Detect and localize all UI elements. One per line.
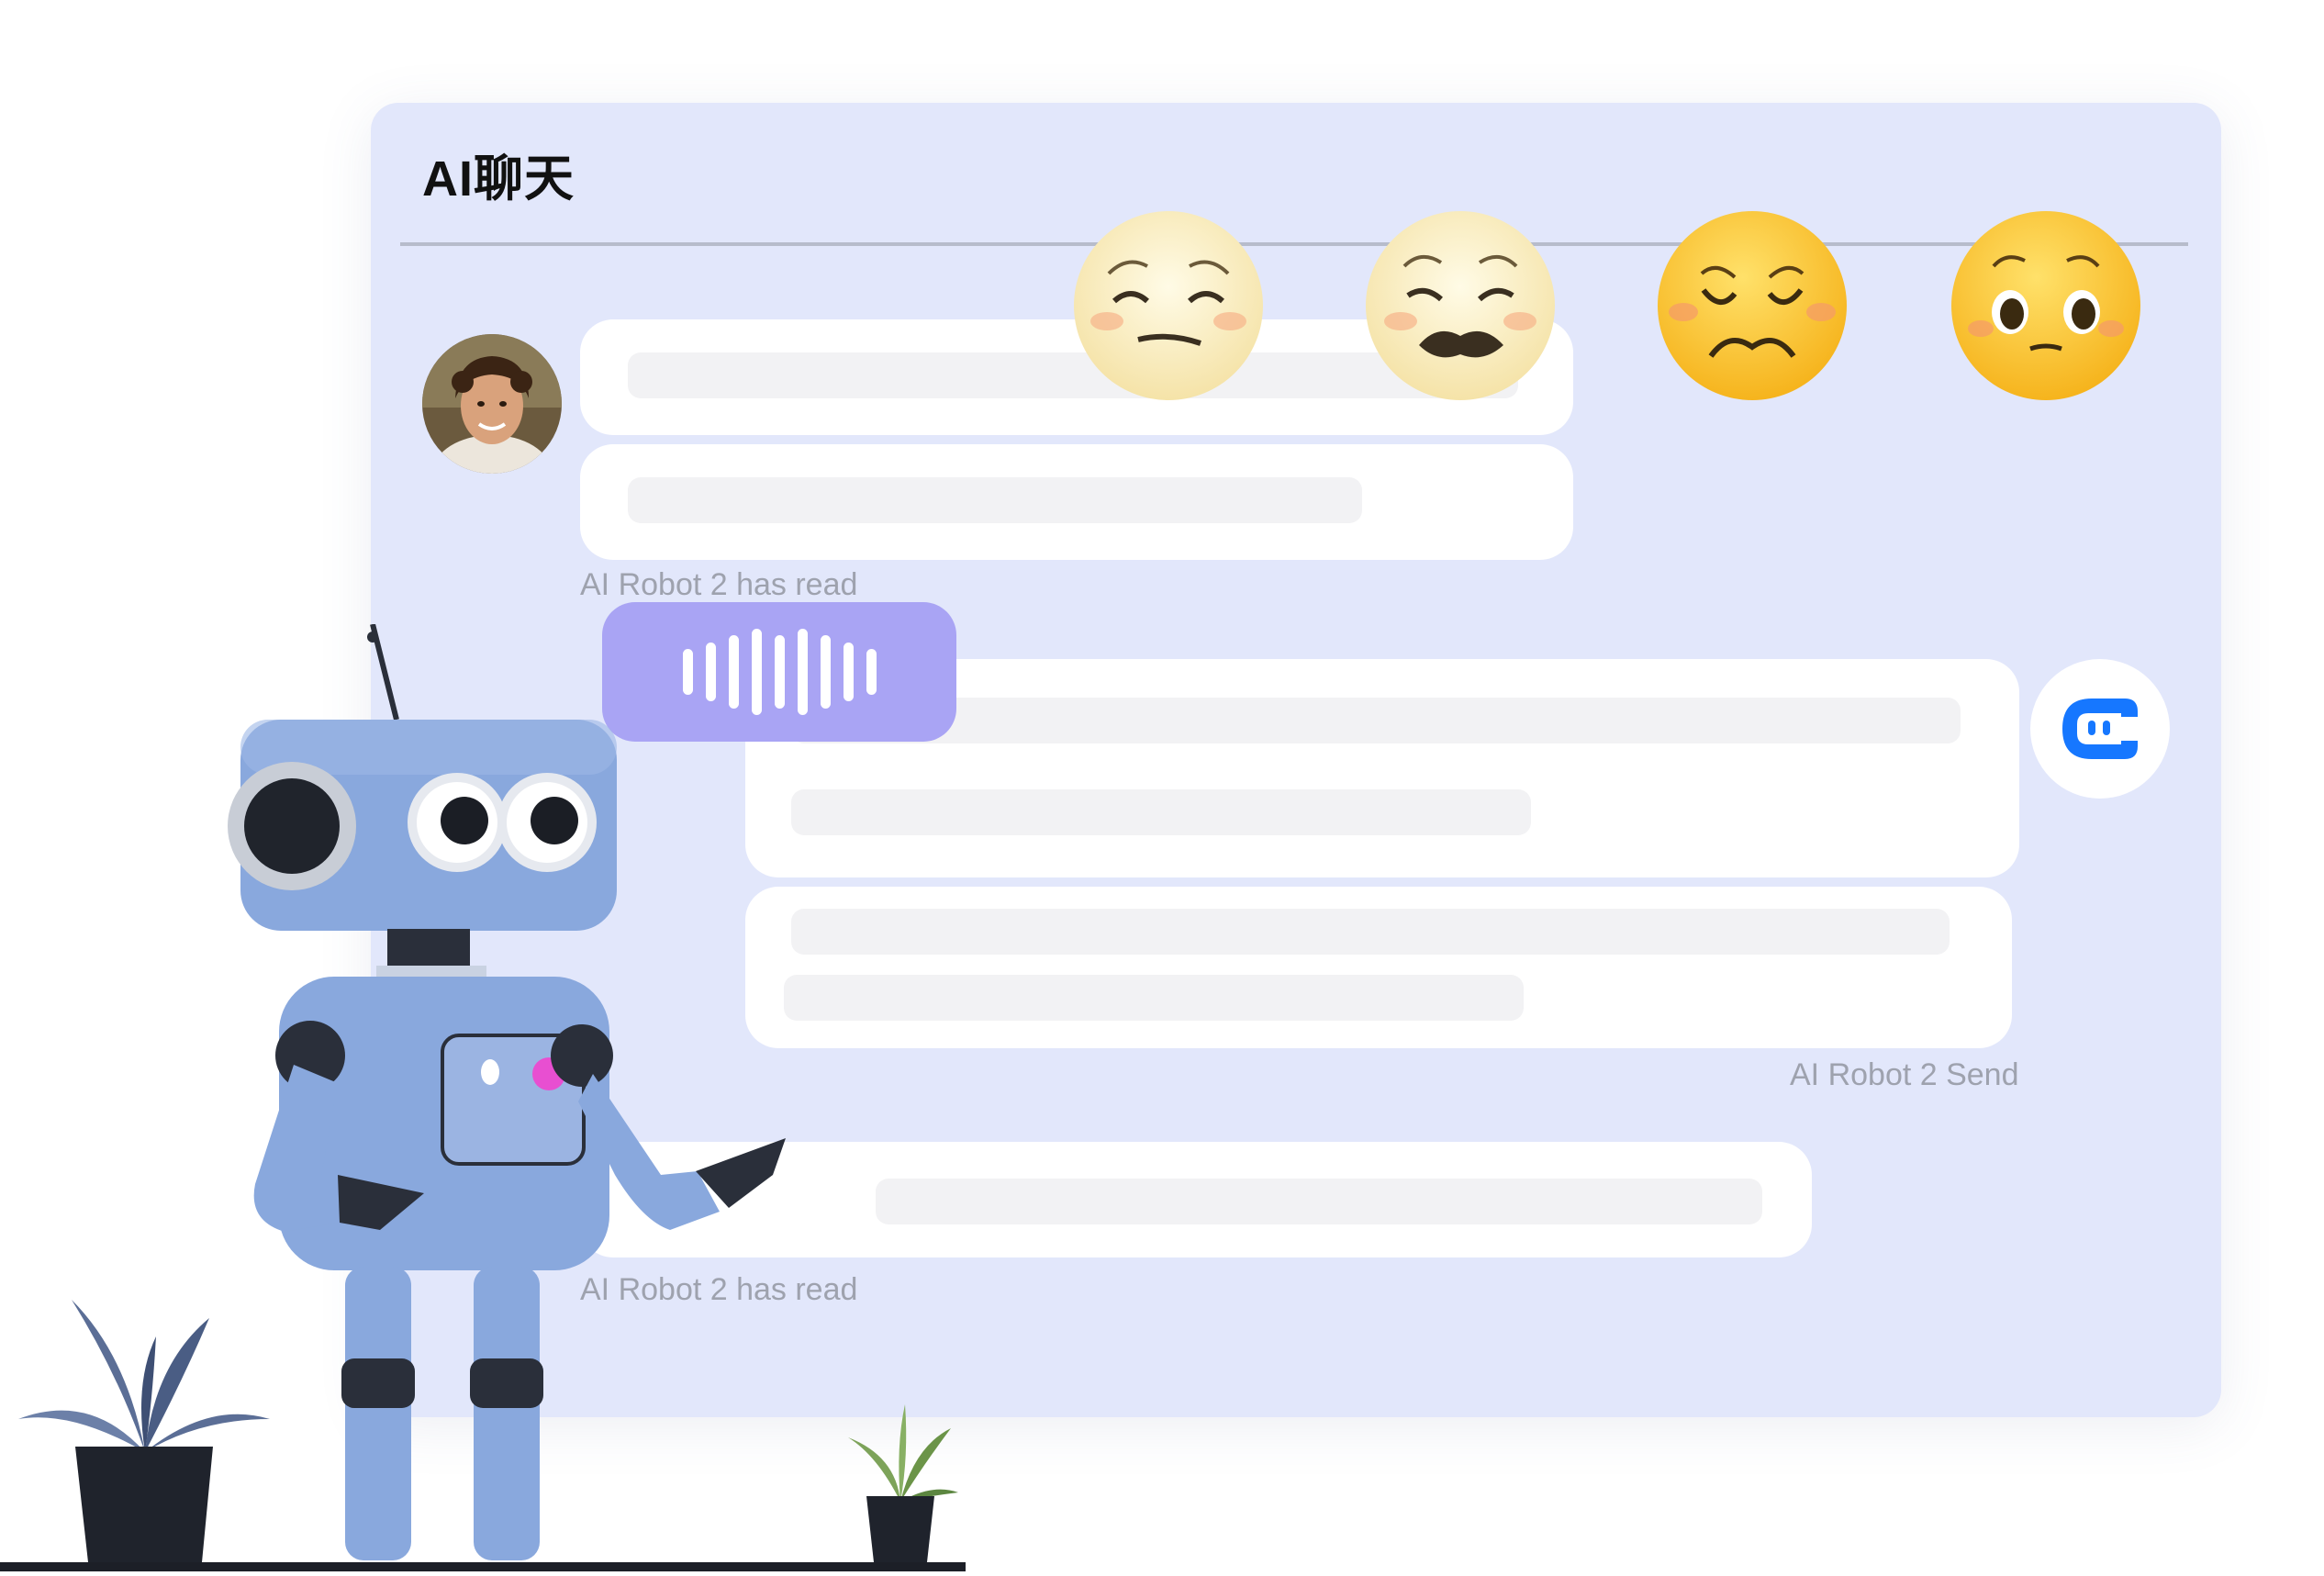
floor-line [0,1562,966,1571]
message-text-placeholder [791,698,1961,743]
pleading-face-icon[interactable] [1950,209,2142,402]
message-text-placeholder [876,1179,1762,1224]
crying-face-icon[interactable] [1364,209,1557,402]
bot-logo-icon [2062,699,2138,759]
message-text-placeholder [791,789,1531,835]
robot-illustration [184,623,881,1571]
message-text-placeholder [791,909,1950,955]
weary-face-icon[interactable] [1072,209,1265,402]
bot-avatar[interactable] [2030,659,2170,799]
anguished-face-icon[interactable] [1656,209,1849,402]
read-status: AI Robot 2 has read [580,567,858,602]
message-text-placeholder [784,975,1524,1021]
send-status: AI Robot 2 Send [1790,1057,2019,1092]
bot-message-bubble[interactable] [745,887,2012,1048]
user-avatar[interactable] [422,334,562,474]
header-divider [400,242,2188,246]
user-message-bubble[interactable] [580,444,1573,560]
plant-decoration-small [841,1401,960,1562]
plant-decoration-large [17,1281,274,1562]
page-title: AI聊天 [422,151,575,207]
message-text-placeholder [628,477,1362,523]
